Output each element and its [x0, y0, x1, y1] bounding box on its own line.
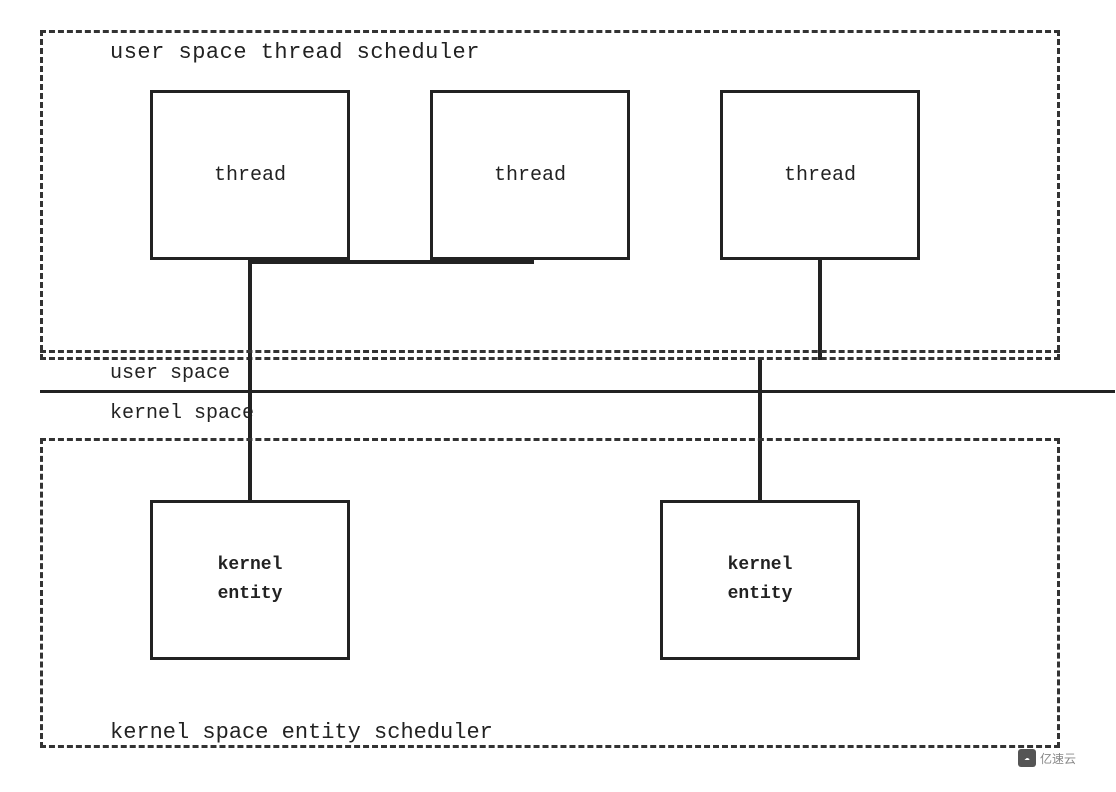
- kernel-space-scheduler-label: kernel space entity scheduler: [110, 720, 493, 745]
- thread-box-2: thread: [430, 90, 630, 260]
- boundary-line: [40, 390, 1115, 393]
- thread-label-1: thread: [214, 164, 286, 187]
- connector-thread1-vertical: [248, 260, 252, 360]
- connector-thread3-vertical: [818, 260, 822, 360]
- watermark-icon: ☁: [1018, 749, 1036, 767]
- kernel-entity-box-2: kernelentity: [660, 500, 860, 660]
- thread-box-1: thread: [150, 90, 350, 260]
- dashed-separator-line: [40, 350, 1060, 353]
- kernel-entity-label-2: kernelentity: [728, 551, 793, 609]
- thread-box-3: thread: [720, 90, 920, 260]
- kernel-entity-label-1: kernelentity: [218, 551, 283, 609]
- thread-label-2: thread: [494, 164, 566, 187]
- thread-label-3: thread: [784, 164, 856, 187]
- watermark-text: 亿速云: [1040, 750, 1076, 767]
- watermark: ☁ 亿速云: [1018, 749, 1076, 767]
- kernel-space-label: kernel space: [110, 402, 254, 425]
- diagram-container: user space thread scheduler thread threa…: [30, 20, 1086, 772]
- kernel-entity-box-1: kernelentity: [150, 500, 350, 660]
- connector-thread1-2-horizontal: [248, 260, 534, 264]
- user-space-label: user space: [110, 362, 230, 385]
- user-space-scheduler-label: user space thread scheduler: [110, 40, 480, 65]
